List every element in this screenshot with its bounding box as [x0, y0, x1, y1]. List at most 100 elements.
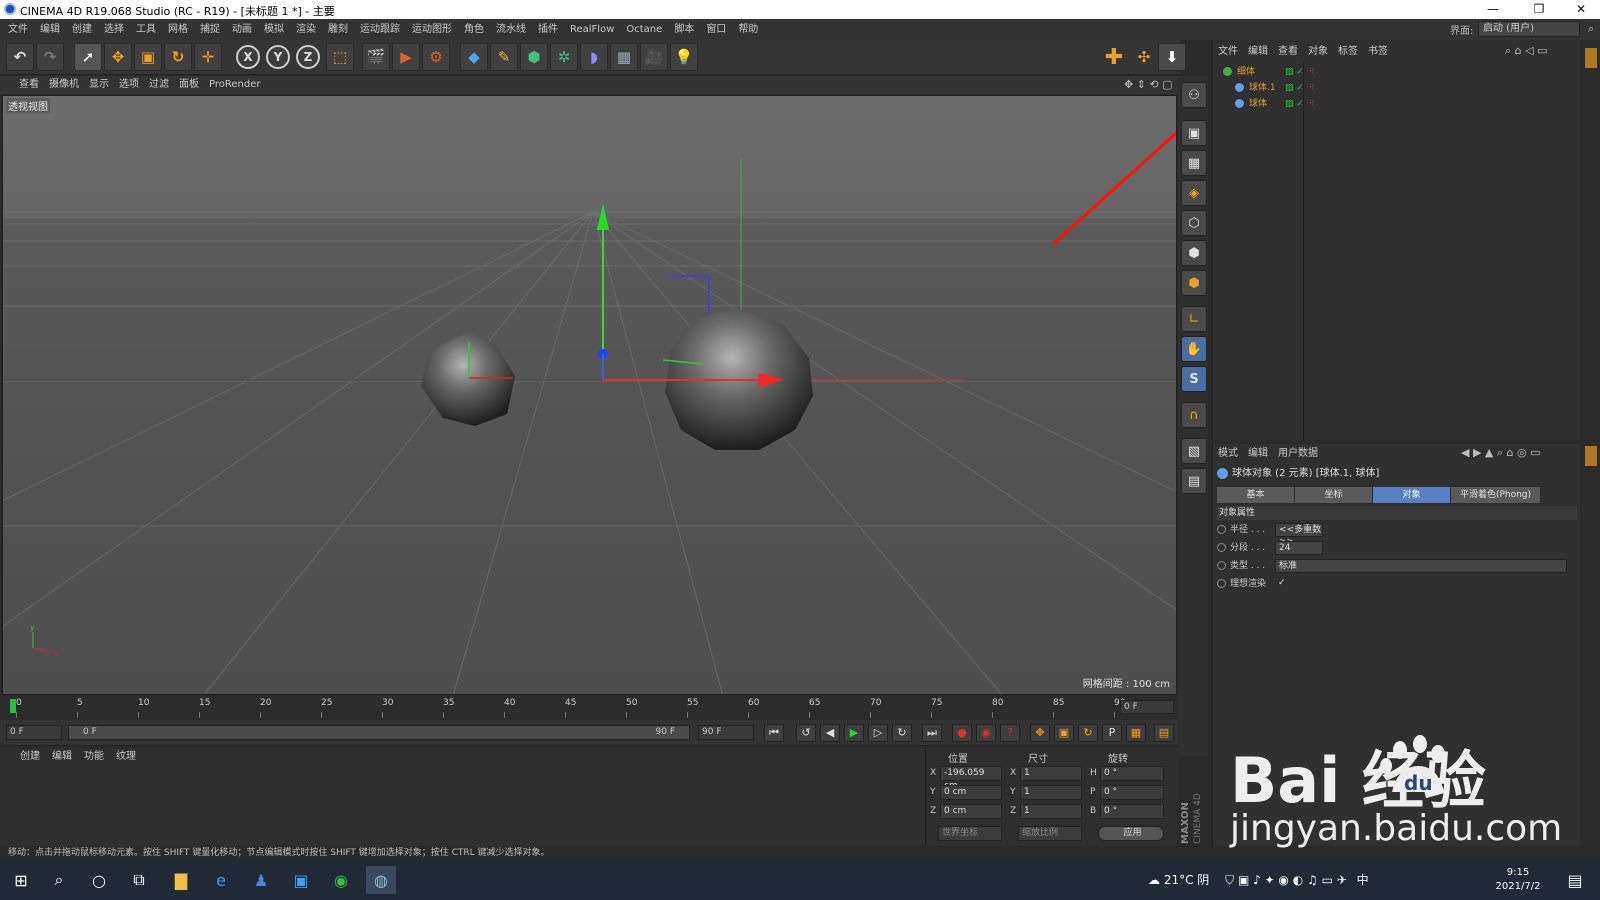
size-field[interactable]: 1: [1020, 785, 1082, 800]
position-field[interactable]: -196.059 cm: [940, 766, 1002, 791]
autokey-icon[interactable]: ◉: [976, 724, 996, 742]
weather-text[interactable]: 21°C 阴: [1164, 873, 1209, 887]
animate-radio-icon[interactable]: [1217, 543, 1226, 552]
next-key-icon[interactable]: ↻: [892, 724, 912, 742]
timeline-window-icon[interactable]: ▤: [1154, 724, 1174, 742]
rotation-field[interactable]: 0 °: [1100, 785, 1164, 800]
strip-tab-2[interactable]: [1585, 446, 1597, 466]
viewport-menu-item[interactable]: ProRender: [204, 76, 265, 94]
attr-nav-icons[interactable]: ◀ ▶ ▲ ⌕ ⌂ ◎ ▭: [1461, 446, 1541, 460]
animate-radio-icon[interactable]: [1217, 561, 1226, 570]
menu-item[interactable]: 流水线: [490, 19, 532, 40]
visibility-flags-icon[interactable]: ▨ ✓: [1285, 64, 1304, 80]
search-icon[interactable]: ⌕: [1588, 22, 1594, 36]
go-to-start-icon[interactable]: ⏮: [764, 724, 784, 742]
sculpt-icon[interactable]: ▧: [1181, 438, 1207, 464]
search-icon[interactable]: ⌕: [44, 866, 74, 894]
layout-select[interactable]: 启动 (用户): [1478, 21, 1580, 37]
rotation-field[interactable]: 0 °: [1100, 804, 1164, 819]
go-to-end-icon[interactable]: ⏭: [922, 724, 942, 742]
object-row[interactable]: 球体 ▨ ✓ ⁖: [1213, 96, 1581, 112]
model-mode-icon[interactable]: ⚇: [1181, 82, 1207, 108]
material-menu-item[interactable]: 纹理: [110, 748, 142, 766]
key-rotation-icon[interactable]: ↻: [1078, 724, 1098, 742]
axis-y-button[interactable]: Y: [266, 45, 290, 69]
tag-icon[interactable]: ⁖: [1309, 80, 1314, 96]
menu-item[interactable]: 脚本: [668, 19, 700, 40]
object-row[interactable]: 细体 ▨ ✓ ⁖: [1213, 64, 1581, 80]
sphere-1[interactable]: [421, 332, 515, 426]
snap-icon[interactable]: ✣: [1130, 43, 1158, 71]
viewport-nav-icons[interactable]: ✥ ⇕ ⟲ ▢: [1124, 78, 1173, 91]
menu-item[interactable]: 雕刻: [322, 19, 354, 40]
start-frame-field[interactable]: 0 F: [6, 725, 62, 740]
viewport-menu-item[interactable]: 摄像机: [44, 76, 84, 94]
obj-menu-item[interactable]: 查看: [1273, 44, 1303, 60]
menu-item[interactable]: 运动图形: [406, 19, 458, 40]
object-mode-icon[interactable]: ▣: [1181, 120, 1207, 146]
clock[interactable]: 9:15 2021/7/2: [1490, 866, 1546, 894]
app-icon[interactable]: ♟: [246, 866, 276, 894]
obj-menu-item[interactable]: 编辑: [1243, 44, 1273, 60]
attr-tab[interactable]: 对象: [1373, 487, 1451, 503]
size-field[interactable]: 1: [1020, 804, 1082, 819]
menu-item[interactable]: 捕捉: [194, 19, 226, 40]
coord-mode-select[interactable]: 世界坐标: [938, 826, 1002, 841]
points-mode-icon[interactable]: ⬡: [1181, 210, 1207, 236]
frame-range-slider[interactable]: 0 F 90 F: [68, 725, 690, 740]
type-select[interactable]: 标准: [1275, 559, 1567, 573]
position-field[interactable]: 0 cm: [940, 804, 1002, 819]
viewport-menu-item[interactable]: 查看: [14, 76, 44, 94]
obj-menu-item[interactable]: 对象: [1303, 44, 1333, 60]
menu-item[interactable]: 动画: [226, 19, 258, 40]
axis-x-button[interactable]: X: [236, 45, 260, 69]
attr-tab[interactable]: 平滑着色(Phong): [1451, 487, 1541, 503]
timeline[interactable]: 051015202530354045505560657075808590 0 F: [0, 696, 1178, 720]
subdivision-icon[interactable]: ⬢: [520, 43, 548, 71]
material-menu-item[interactable]: 创建: [14, 748, 46, 766]
floor-icon[interactable]: ▦: [610, 43, 638, 71]
array-icon[interactable]: ✲: [550, 43, 578, 71]
magnet-icon[interactable]: ∩: [1181, 402, 1207, 428]
select-tool-icon[interactable]: ➚: [74, 43, 102, 71]
menu-item[interactable]: RealFlow: [564, 19, 620, 40]
download-icon[interactable]: ⬇: [1158, 43, 1186, 71]
axis-z-button[interactable]: Z: [296, 45, 320, 69]
material-manager[interactable]: 创建 编辑 功能 纹理: [0, 748, 925, 846]
render-to-picture-viewer-icon[interactable]: ▶: [392, 43, 420, 71]
size-field[interactable]: 1: [1020, 766, 1082, 781]
viewport-menu-item[interactable]: 显示: [84, 76, 114, 94]
obj-menu-item[interactable]: 书签: [1363, 44, 1393, 60]
animate-radio-icon[interactable]: [1217, 579, 1226, 588]
menu-item[interactable]: 模拟: [258, 19, 290, 40]
light-icon[interactable]: 💡: [670, 43, 698, 71]
obj-menu-item[interactable]: 文件: [1213, 44, 1243, 60]
prev-key-icon[interactable]: ↺: [796, 724, 816, 742]
workplane-icon[interactable]: ◈: [1181, 180, 1207, 206]
snap-mode-icon[interactable]: S: [1181, 366, 1207, 392]
viewport-menu-item[interactable]: 面板: [174, 76, 204, 94]
visibility-flags-icon[interactable]: ▨ ✓: [1285, 96, 1304, 112]
key-pla-icon[interactable]: ▦: [1126, 724, 1146, 742]
edges-mode-icon[interactable]: ⬢: [1181, 240, 1207, 266]
menu-item[interactable]: Octane: [620, 19, 668, 40]
maximize-button[interactable]: ❐: [1524, 1, 1554, 18]
pen-spline-icon[interactable]: ✎: [490, 43, 518, 71]
store-icon[interactable]: ▣: [286, 866, 316, 894]
undo-icon[interactable]: ↶: [6, 43, 34, 71]
redo-icon[interactable]: ↷: [36, 43, 64, 71]
render-checkbox[interactable]: ✓: [1275, 577, 1287, 591]
obj-menu-item[interactable]: 标签: [1333, 44, 1363, 60]
viewport-menu-item[interactable]: 选项: [114, 76, 144, 94]
menu-item[interactable]: 角色: [458, 19, 490, 40]
menu-item[interactable]: 创建: [66, 19, 98, 40]
tweak-mode-icon[interactable]: ✋: [1181, 336, 1207, 362]
menu-item[interactable]: 插件: [532, 19, 564, 40]
render-settings-icon[interactable]: ⚙: [422, 43, 450, 71]
attr-tab[interactable]: 坐标: [1295, 487, 1373, 503]
polygons-mode-icon[interactable]: ⬢: [1181, 270, 1207, 296]
cube-object-icon[interactable]: ◆: [460, 43, 488, 71]
keyframe-selection-icon[interactable]: ?: [1000, 724, 1020, 742]
minimize-button[interactable]: —: [1478, 1, 1508, 18]
task-view-icon[interactable]: ⧉: [124, 866, 154, 894]
